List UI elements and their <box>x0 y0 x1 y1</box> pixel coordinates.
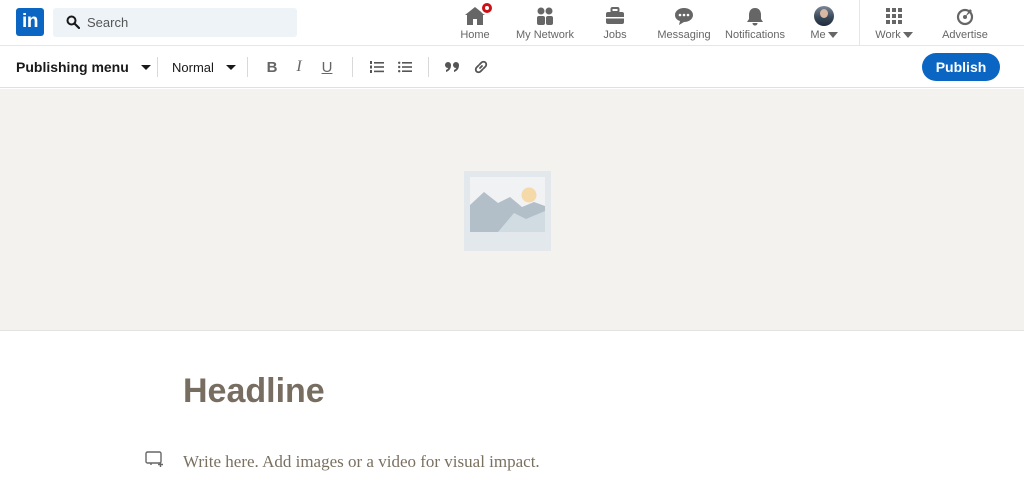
text-style-value: Normal <box>172 59 214 75</box>
publish-button[interactable]: Publish <box>922 53 1000 81</box>
nav-messaging[interactable]: Messaging <box>655 0 713 46</box>
bold-icon: B <box>266 58 278 76</box>
briefcase-icon <box>606 7 624 24</box>
headline-input[interactable]: Headline <box>183 372 325 411</box>
bulleted-list-icon <box>398 61 412 73</box>
image-placeholder-icon <box>464 171 551 251</box>
add-media-icon[interactable] <box>145 450 165 468</box>
search-icon <box>66 15 80 29</box>
nav-label: Advertise <box>942 29 988 41</box>
nav-label: Messaging <box>657 29 711 41</box>
editor-toolbar: Publishing menu Normal B I U <box>0 46 1024 88</box>
italic-icon: I <box>296 58 302 75</box>
nav-advertise[interactable]: Advertise <box>937 0 993 46</box>
underline-icon: U <box>321 58 333 76</box>
nav-me[interactable]: Me <box>806 0 842 46</box>
grid-icon <box>886 8 902 24</box>
quote-button[interactable] <box>445 46 460 88</box>
publishing-menu-label: Publishing menu <box>16 59 129 75</box>
numbered-list-icon <box>370 61 384 73</box>
avatar <box>814 6 834 26</box>
nav-label: Notifications <box>725 29 785 41</box>
top-nav: in Home My Network <box>0 0 1024 46</box>
cover-image-area[interactable] <box>0 89 1024 331</box>
compass-icon <box>956 8 974 26</box>
toolbar-divider <box>157 57 158 77</box>
caret-down-icon <box>827 32 838 38</box>
italic-button[interactable]: I <box>291 46 307 88</box>
chat-icon <box>675 8 693 25</box>
nav-label: My Network <box>515 29 575 41</box>
search-box[interactable] <box>53 8 297 37</box>
link-icon <box>474 60 488 74</box>
nav-divider <box>859 0 860 46</box>
caret-down-icon <box>140 64 151 70</box>
body-text-input[interactable]: Write here. Add images or a video for vi… <box>183 452 540 472</box>
link-button[interactable] <box>474 46 488 88</box>
nav-home[interactable]: Home <box>452 0 498 46</box>
nav-my-network[interactable]: My Network <box>512 0 578 46</box>
toolbar-divider <box>428 57 429 77</box>
search-input[interactable] <box>87 8 287 37</box>
toolbar-divider <box>352 57 353 77</box>
nav-work[interactable]: Work <box>872 0 916 46</box>
people-icon <box>537 7 553 25</box>
text-style-select[interactable]: Normal <box>172 46 236 88</box>
linkedin-logo[interactable]: in <box>16 8 44 36</box>
bold-button[interactable]: B <box>264 46 280 88</box>
underline-button[interactable]: U <box>319 46 335 88</box>
toolbar-divider <box>247 57 248 77</box>
nav-notifications[interactable]: Notifications <box>721 0 789 46</box>
nav-label: Jobs <box>603 29 627 41</box>
nav-jobs[interactable]: Jobs <box>595 0 635 46</box>
nav-label: Home <box>460 29 490 41</box>
publishing-menu-dropdown[interactable]: Publishing menu <box>16 46 151 88</box>
nav-label: Me <box>810 29 826 41</box>
caret-down-icon <box>902 32 913 38</box>
caret-down-icon <box>225 64 236 70</box>
nav-label: Work <box>875 29 901 41</box>
notification-badge <box>480 1 494 15</box>
quote-icon <box>445 62 459 72</box>
numbered-list-button[interactable] <box>370 46 384 88</box>
bell-icon <box>747 8 763 26</box>
bulleted-list-button[interactable] <box>398 46 412 88</box>
